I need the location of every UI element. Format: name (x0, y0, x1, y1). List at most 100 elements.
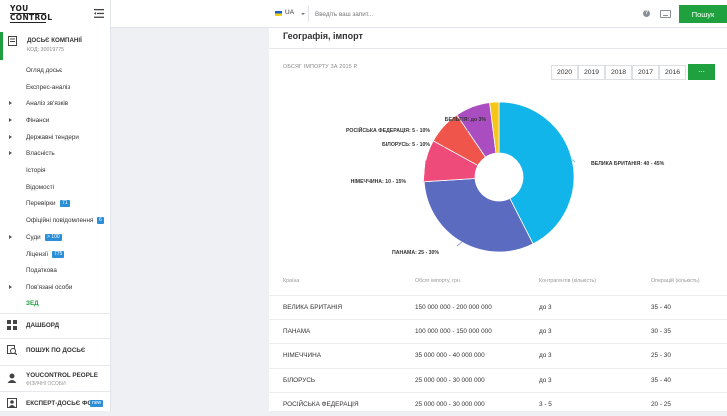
pie-slice[interactable] (424, 179, 533, 252)
country-cell: ПАНАМА (283, 328, 310, 335)
pie-leader-line (457, 242, 462, 246)
chevron-right-icon (9, 235, 12, 239)
sidebar-item[interactable]: Офіційні повідомлення6 (0, 214, 111, 228)
count-badge: 6 (97, 217, 104, 224)
dossier-search-icon (7, 345, 17, 355)
table-row: БІЛОРУСЬ25 000 000 - 30 000 000до 335 - … (269, 368, 727, 392)
dossier-icon (8, 36, 17, 46)
sidebar-section[interactable]: ЕКСПЕРТ-ДОСЬЄ ФОnew (0, 391, 111, 411)
language-selector[interactable]: UA (269, 6, 309, 22)
page-title: Географія, імпорт (283, 31, 363, 41)
chevron-down-icon (301, 13, 305, 15)
sidebar-section[interactable]: ДАШБОРД (0, 313, 111, 338)
pie-slice-label: ВЕЛИКА БРИТАНІЯ: 40 - 45% (591, 161, 665, 167)
pie-slice-label: БІЛОРУСЬ: 5 - 10% (382, 142, 430, 148)
sidebar-item-label: Пов'язані особи (26, 284, 72, 291)
country-column-header[interactable]: Країна (283, 278, 299, 284)
pie-slice-label: БЕЛЬГІЯ: до 3% (445, 117, 487, 123)
sidebar-section-title: ЕКСПЕРТ-ДОСЬЄ ФО (26, 400, 92, 407)
chevron-right-icon (9, 118, 12, 122)
count-badge: 71 (60, 200, 70, 207)
sidebar-item-label: Суди (26, 234, 41, 241)
chevron-right-icon (9, 151, 12, 155)
sidebar-item[interactable]: Податкова (0, 264, 111, 278)
sidebar-item-label: Експрес-аналіз (26, 84, 70, 91)
country-cell: РОСІЙСЬКА ФЕДЕРАЦІЯ (283, 401, 359, 408)
more-options-button[interactable]: ... (688, 64, 715, 80)
year-tab-2018[interactable]: 2018 (605, 65, 632, 80)
menu-collapse-icon[interactable] (94, 9, 104, 18)
chevron-right-icon (9, 135, 12, 139)
dossier-code: КОД: 30019775 (27, 47, 64, 53)
import-volume-cell: 150 000 000 - 200 000 000 (415, 304, 492, 311)
sidebar-item-label: Відомості (26, 184, 54, 191)
sidebar-section-title: YOUCONTROL PEOPLE (26, 372, 98, 379)
sidebar-item[interactable]: ЗЕД (0, 297, 111, 311)
sidebar-item[interactable]: Фінанси (0, 114, 111, 128)
counterparties-cell: до 3 (539, 352, 552, 359)
keyboard-icon[interactable] (660, 10, 671, 18)
expert-dossier-icon (7, 398, 17, 408)
pie-slice-label: ПАНАМА: 25 - 30% (392, 250, 439, 256)
sidebar-item-label: Ліцензії (26, 251, 48, 258)
search-input[interactable] (315, 6, 615, 22)
chevron-right-icon (9, 285, 12, 289)
import-volume-cell: 100 000 000 - 150 000 000 (415, 328, 492, 335)
chevron-right-icon (9, 101, 12, 105)
sidebar-item[interactable]: Історія (0, 164, 111, 178)
counterparties-column-header[interactable]: Контрагентів (кількість) (539, 278, 596, 284)
sidebar-item[interactable]: Огляд досьє (0, 64, 111, 78)
operations-cell: 20 - 25 (651, 401, 671, 408)
dashboard-icon (7, 320, 17, 330)
logo[interactable]: YOU CONTROL (10, 5, 46, 23)
dossier-header[interactable]: ДОСЬЄ КОМПАНІЇ КОД: 30019775 (0, 32, 111, 60)
year-tab-2020[interactable]: 2020 (551, 65, 578, 80)
import-geography-panel: Географія, імпорт ОБСЯГ ІМПОРТУ ЗА 2015 … (269, 28, 727, 411)
sidebar-item[interactable]: Пов'язані особи (0, 281, 111, 295)
sidebar-item-label: Державні тендери (26, 134, 79, 141)
sidebar-item[interactable]: Аналіз зв'язків (0, 97, 111, 111)
people-icon (7, 373, 17, 383)
sidebar-item-label: Історія (26, 167, 46, 174)
operations-cell: 35 - 40 (651, 304, 671, 311)
language-code: UA (285, 9, 294, 16)
year-tab-2016[interactable]: 2016 (659, 65, 686, 80)
top-bar: UA ? Пошук (111, 0, 727, 28)
help-icon[interactable]: ? (643, 10, 650, 17)
counterparties-cell: до 3 (539, 328, 552, 335)
sidebar-item-label: Власність (26, 150, 55, 157)
sidebar-item-label: Податкова (26, 267, 57, 274)
sidebar: YOU CONTROL ДОСЬЄ КОМПАНІЇ КОД: 30019775… (0, 0, 111, 411)
table-row: НІМЕЧЧИНА 35 000 000 - 40 000 000 до 3 25 -… (269, 343, 727, 367)
ukraine-flag-icon (275, 11, 282, 16)
operations-cell: 25 - 30 (651, 352, 671, 359)
sidebar-item[interactable]: Суди > 100 (0, 231, 111, 245)
pie-slice-label: РОСІЙСЬКА ФЕДЕРАЦІЯ: 5 - 10% (346, 126, 430, 134)
counterparties-cell: до 3 (539, 377, 552, 384)
dossier-title: ДОСЬЄ КОМПАНІЇ (27, 37, 82, 44)
sidebar-item-label: Фінанси (26, 117, 49, 124)
sidebar-section-title: ПОШУК ПО ДОСЬЄ (26, 347, 85, 354)
sidebar-section-title: ДАШБОРД (26, 322, 59, 329)
sidebar-section[interactable]: ПОШУК ПО ДОСЬЄ (0, 338, 111, 363)
country-cell: НІМЕЧЧИНА (283, 352, 321, 359)
sidebar-item[interactable]: Відомості (0, 181, 111, 195)
counterparties-cell: 3 - 5 (539, 401, 552, 408)
sidebar-item[interactable]: Перевірки71 (0, 197, 111, 211)
sidebar-item[interactable]: Державні тендери (0, 131, 111, 145)
year-tab-2019[interactable]: 2019 (578, 65, 605, 80)
country-cell: БІЛОРУСЬ (283, 377, 315, 384)
sidebar-item[interactable]: Власність (0, 147, 111, 161)
import-volume-column-header[interactable]: Обсяг імпорту, грн. (415, 278, 461, 284)
year-tab-2017[interactable]: 2017 (632, 65, 659, 80)
operations-column-header[interactable]: Операцій (кількість) (651, 278, 700, 284)
logo-line-1: YOU (10, 5, 46, 13)
search-button[interactable]: Пошук (679, 5, 727, 23)
logo-line-2: CONTROL (10, 13, 46, 23)
count-badge: > 100 (45, 234, 62, 241)
sidebar-item[interactable]: Експрес-аналіз (0, 81, 111, 95)
import-volume-cell: 35 000 000 - 40 000 000 (415, 352, 485, 359)
import-volume-cell: 25 000 000 - 30 000 000 (415, 401, 485, 408)
sidebar-item[interactable]: Ліцензії775 (0, 248, 111, 262)
sidebar-section[interactable]: YOUCONTROL PEOPLEФІЗИЧНІ ОСОБИ (0, 365, 111, 392)
